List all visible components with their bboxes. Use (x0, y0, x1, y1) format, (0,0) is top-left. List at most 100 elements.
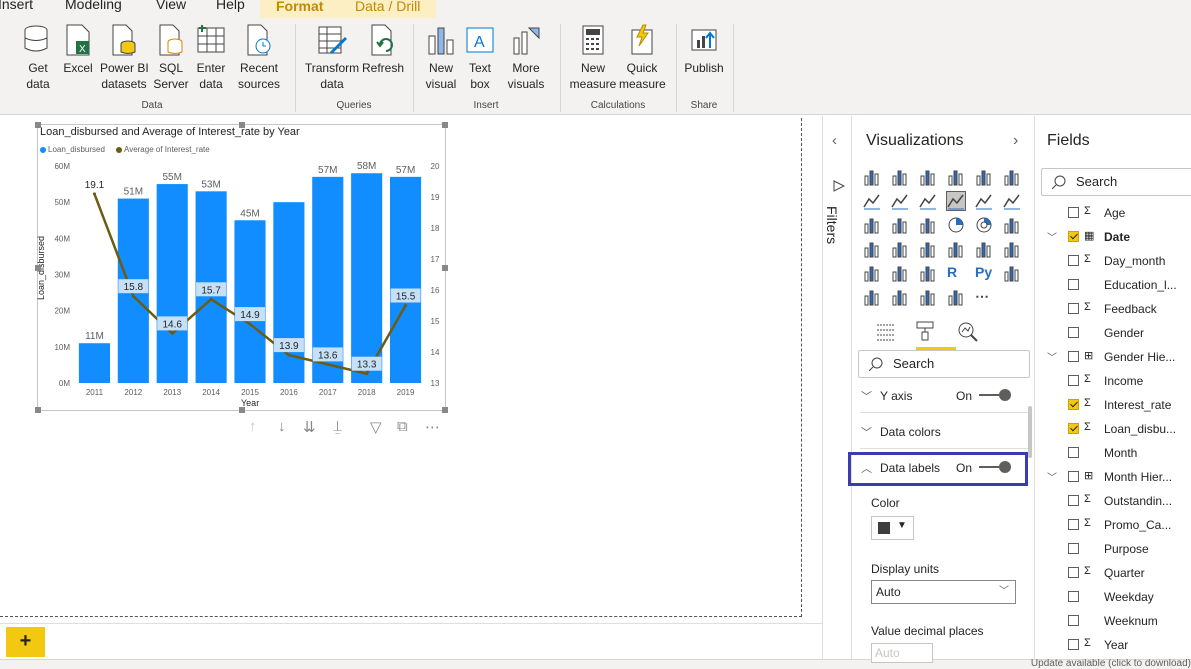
new-visual-button[interactable]: New visual (423, 24, 459, 92)
update-status[interactable]: Update available (click to download) (1031, 658, 1191, 669)
field-item[interactable]: ﹀ ▦ Date (1035, 225, 1191, 249)
clustered-bar-icon[interactable] (919, 168, 937, 186)
resize-handle[interactable] (239, 407, 245, 413)
field-item[interactable]: Σ Quarter (1035, 561, 1191, 585)
donut-icon[interactable] (975, 216, 993, 234)
field-checkbox[interactable] (1068, 231, 1079, 242)
field-item[interactable]: Σ Day_month (1035, 249, 1191, 273)
color-picker[interactable]: ▼ (871, 516, 914, 540)
chevron-down-icon[interactable]: ﹀ (1047, 229, 1057, 244)
filters-pane[interactable]: ‹ Filters (822, 116, 852, 659)
collapse-left-icon[interactable]: ‹ (832, 132, 837, 149)
quick-measure-button[interactable]: Quick measure (619, 24, 666, 92)
resize-handle[interactable] (442, 122, 448, 128)
tab-view[interactable]: View (156, 0, 186, 12)
field-checkbox[interactable] (1068, 447, 1079, 458)
field-item[interactable]: Σ Income (1035, 369, 1191, 393)
tab-insert[interactable]: Insert (0, 0, 33, 12)
funnel-icon[interactable] (891, 216, 909, 234)
filters-label[interactable]: Filters (824, 206, 840, 244)
field-checkbox[interactable] (1068, 375, 1079, 386)
field-item[interactable]: Σ Outstandin... (1035, 489, 1191, 513)
line-chart-icon[interactable] (863, 192, 881, 210)
format-search-input[interactable]: Search (858, 350, 1030, 378)
add-page-button[interactable]: + (6, 627, 45, 657)
field-checkbox[interactable] (1068, 255, 1079, 266)
field-item[interactable]: Σ Loan_disbu... (1035, 417, 1191, 441)
field-item[interactable]: Gender (1035, 321, 1191, 345)
chevron-down-icon[interactable]: ﹀ (1047, 469, 1057, 484)
field-item[interactable]: Σ Year (1035, 633, 1191, 657)
python-visual-icon[interactable]: Py (975, 264, 993, 282)
pie-icon[interactable] (947, 216, 965, 234)
line-column-icon[interactable] (946, 191, 966, 211)
decomposition-tree-icon[interactable] (863, 288, 881, 306)
field-item[interactable]: Σ Interest_rate (1035, 393, 1191, 417)
fields-search-input[interactable]: Search (1041, 168, 1191, 196)
field-item[interactable]: ﹀ ⊞ Month Hier... (1035, 465, 1191, 489)
paginated-icon[interactable] (947, 288, 965, 306)
more-visuals-button[interactable]: More visuals (502, 24, 550, 92)
excel-button[interactable]: X Excel (63, 24, 93, 76)
resize-handle[interactable] (442, 265, 448, 271)
section-data-colors[interactable]: ﹀ Data colors (860, 417, 1030, 447)
more-options-icon[interactable]: ⋯ (425, 418, 440, 436)
section-y-axis[interactable]: ﹀ Y axis On (860, 381, 1030, 411)
report-canvas[interactable]: Loan_disbursed and Average of Interest_r… (0, 116, 822, 623)
field-checkbox[interactable] (1068, 423, 1079, 434)
stacked-column-icon[interactable] (891, 168, 909, 186)
field-checkbox[interactable] (1068, 279, 1079, 290)
map-icon[interactable] (863, 240, 881, 258)
tab-data-drill[interactable]: Data / Drill (339, 0, 437, 18)
tab-format[interactable]: Format (260, 0, 340, 18)
key-influencers-icon[interactable] (1003, 264, 1021, 282)
field-checkbox[interactable] (1068, 303, 1079, 314)
gauge-icon[interactable] (919, 240, 937, 258)
kpi-icon[interactable] (1003, 240, 1021, 258)
chevron-down-icon[interactable]: ﹀ (1047, 349, 1057, 364)
field-checkbox[interactable] (1068, 495, 1079, 506)
field-checkbox[interactable] (1068, 543, 1079, 554)
treemap-icon[interactable] (1003, 216, 1021, 234)
field-checkbox[interactable] (1068, 471, 1079, 482)
field-checkbox[interactable] (1068, 591, 1079, 602)
arrow-up-icon[interactable]: ↑ (249, 418, 257, 435)
format-paint-roller-icon[interactable] (914, 320, 936, 342)
r-visual-icon[interactable]: R (947, 264, 965, 282)
field-item[interactable]: Month (1035, 441, 1191, 465)
area-chart-icon[interactable] (891, 192, 909, 210)
field-item[interactable]: Education_l... (1035, 273, 1191, 297)
y-axis-toggle[interactable] (979, 389, 1011, 401)
field-item[interactable]: Weeknum (1035, 609, 1191, 633)
qa-icon[interactable] (891, 288, 909, 306)
combo-chart-visual[interactable]: Loan_disbursed and Average of Interest_r… (35, 122, 448, 413)
multi-row-card-icon[interactable] (975, 240, 993, 258)
more-icon[interactable]: ⋯ (975, 288, 993, 306)
decimal-places-input[interactable]: Auto (871, 643, 933, 663)
matrix-icon[interactable] (919, 264, 937, 282)
tab-modeling[interactable]: Modeling (65, 0, 122, 12)
fields-well-icon[interactable] (875, 322, 897, 342)
smart-narrative-icon[interactable] (919, 288, 937, 306)
field-item[interactable]: Σ Feedback (1035, 297, 1191, 321)
100-bar-icon[interactable] (975, 168, 993, 186)
field-item[interactable]: Σ Promo_Ca... (1035, 513, 1191, 537)
ribbon-chart-icon[interactable] (1003, 192, 1021, 210)
publish-button[interactable]: Publish (684, 24, 724, 76)
line-clustered-column-icon[interactable] (975, 192, 993, 210)
table-icon[interactable] (891, 264, 909, 282)
arrow-down-icon[interactable]: ↓ (278, 418, 286, 435)
focus-mode-icon[interactable]: ⧉ (397, 418, 408, 435)
field-checkbox[interactable] (1068, 567, 1079, 578)
sql-server-button[interactable]: SQL Server (153, 24, 189, 92)
resize-handle[interactable] (239, 122, 245, 128)
filter-icon[interactable]: ▽ (370, 418, 382, 436)
clustered-column-icon[interactable] (947, 168, 965, 186)
filled-map-icon[interactable] (891, 240, 909, 258)
expand-hierarchy-icon[interactable]: ⍊ (333, 418, 342, 435)
display-units-select[interactable]: Auto ﹀ (871, 580, 1016, 604)
double-arrow-down-icon[interactable]: ⇊ (303, 418, 316, 436)
transform-data-button[interactable]: Transform data (304, 24, 360, 92)
field-checkbox[interactable] (1068, 639, 1079, 650)
expand-right-icon[interactable]: › (1013, 132, 1018, 150)
